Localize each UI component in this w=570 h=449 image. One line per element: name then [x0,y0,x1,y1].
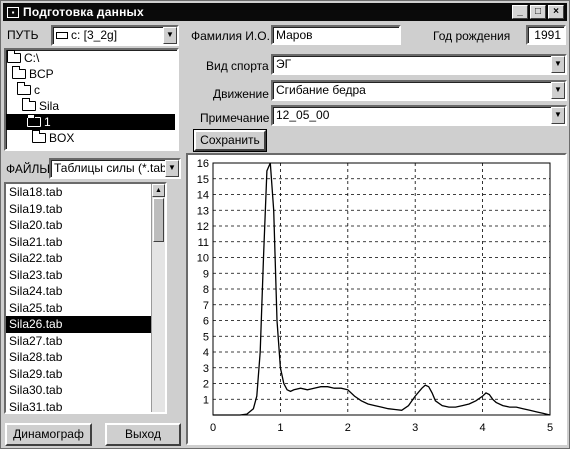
chevron-down-icon[interactable]: ▼ [551,82,565,99]
scroll-thumb[interactable] [153,198,164,242]
folder-tree[interactable]: C:\ BCP c Sila 1 BOX [4,48,179,151]
file-list-item[interactable]: Sila31.tab [6,399,165,413]
folder-open-icon [7,50,21,63]
y-tick-label: 12 [197,221,209,233]
minimize-button[interactable]: _ [512,5,528,19]
folder-open-icon [12,66,26,79]
tree-item-1-selected[interactable]: 1 [6,114,175,130]
drive-value: c: [3_2g] [71,28,118,42]
x-tick-label: 3 [412,422,418,434]
name-label: Фамилия И.О. [191,29,270,43]
file-list-item[interactable]: Sila23.tab [6,267,165,284]
file-list-item[interactable]: Sila24.tab [6,283,165,300]
window-title: Подготовка данных [23,5,144,19]
file-list-item[interactable]: Sila25.tab [6,300,165,317]
file-list-item[interactable]: Sila19.tab [6,201,165,218]
path-label: ПУТЬ [7,28,39,42]
y-tick-label: 16 [197,158,209,170]
app-icon: ▪ [7,6,19,18]
y-tick-label: 6 [203,316,209,328]
save-button[interactable]: Сохранить [193,129,267,152]
title-bar: ▪ Подготовка данных _ □ × [3,3,567,21]
y-tick-label: 14 [197,190,209,202]
y-tick-label: 13 [197,205,209,217]
chart-svg: 123456789101112131415160 1 2 3 4 5 [197,158,553,434]
tree-item-box[interactable]: BOX [32,130,74,146]
file-list-item[interactable]: Sila28.tab [6,349,165,366]
name-value: Маров [276,28,313,42]
y-tick-label: 4 [203,347,209,359]
files-label: ФАЙЛЫ [6,162,50,176]
y-tick-label: 7 [203,300,209,312]
year-label: Год рождения [433,29,511,43]
sport-value: ЭГ [276,57,292,71]
movement-value: Сгибание бедра [276,83,366,97]
movement-label: Движение [213,87,269,101]
file-list-item[interactable]: Sila21.tab [6,234,165,251]
folder-open-icon [17,82,31,95]
file-list-item[interactable]: Sila29.tab [6,366,165,383]
file-list-item[interactable]: Sila26.tab [6,316,165,333]
x-tick-label: 0 [210,422,216,434]
y-tick-label: 1 [203,394,209,406]
y-tick-label: 10 [197,253,209,265]
chevron-down-icon[interactable]: ▼ [163,27,177,44]
sport-label: Вид спорта [206,59,269,73]
file-list-item[interactable]: Sila22.tab [6,250,165,267]
file-list-item[interactable]: Sila18.tab [6,184,165,201]
drive-select[interactable]: c: [3_2g] ▼ [51,25,179,46]
year-value: 1991 [534,28,561,42]
name-field[interactable]: Маров [271,25,401,45]
chevron-down-icon[interactable]: ▼ [165,160,179,177]
file-list-scrollbar[interactable]: ▲ [151,184,165,412]
y-tick-label: 11 [198,237,209,249]
x-tick-label: 2 [345,422,351,434]
x-tick-label: 4 [480,422,486,434]
y-tick-label: 15 [197,174,209,186]
note-select[interactable]: 12_05_00 ▼ [271,105,567,126]
x-tick-label: 5 [547,422,553,434]
dynamograph-button[interactable]: Динамограф [5,423,92,446]
tree-item-c[interactable]: c [17,82,40,98]
y-tick-label: 8 [203,284,209,296]
drive-icon [56,32,68,40]
y-tick-label: 2 [203,379,209,391]
tree-item-root[interactable]: C:\ [7,50,39,66]
chevron-down-icon[interactable]: ▼ [551,56,565,73]
file-filter-select[interactable]: Таблицы силы (*.tab) ▼ [49,158,181,179]
year-field[interactable]: 1991 [526,25,566,45]
tree-item-sila[interactable]: Sila [22,98,59,114]
folder-open-icon [22,98,36,111]
sport-select[interactable]: ЭГ ▼ [271,54,567,75]
note-label: Примечание [200,111,270,125]
file-filter-value: Таблицы силы (*.tab) [54,161,171,175]
tree-item-bcp[interactable]: BCP [12,66,54,82]
folder-open-icon [27,114,41,127]
main-window: ▪ Подготовка данных _ □ × ПУТЬ c: [3_2g]… [0,0,570,449]
x-tick-label: 1 [277,422,283,434]
file-list-item[interactable]: Sila20.tab [6,217,165,234]
close-button[interactable]: × [548,5,564,19]
file-list-item[interactable]: Sila30.tab [6,382,165,399]
y-tick-label: 3 [203,363,209,375]
scroll-up-icon[interactable]: ▲ [152,184,165,197]
force-chart: 1 2 3 4 5 6 7 8 9 10 11 12 13 14 15 16 0 1 2 3 4 5 [186,153,567,445]
movement-select[interactable]: Сгибание бедра ▼ [271,80,567,101]
note-value: 12_05_00 [276,108,330,122]
file-list[interactable]: Sila18.tab Sila19.tab Sila20.tab Sila21.tab… [4,182,167,414]
file-list-item[interactable]: Sila27.tab [6,333,165,350]
folder-icon [32,130,46,143]
y-tick-label: 5 [203,331,209,343]
y-tick-label: 9 [203,268,209,280]
maximize-button[interactable]: □ [530,5,546,19]
chevron-down-icon[interactable]: ▼ [551,107,565,124]
exit-button[interactable]: Выход [105,423,181,446]
